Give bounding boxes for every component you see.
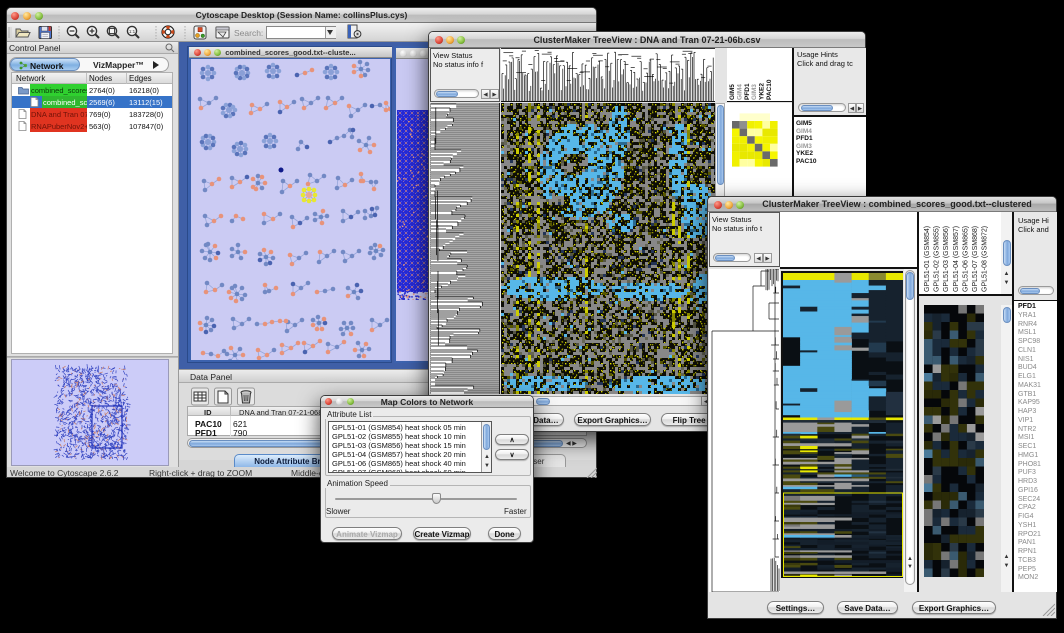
svg-text:1:1: 1:1: [129, 29, 136, 34]
svg-text:GIM5: GIM5: [729, 84, 736, 100]
